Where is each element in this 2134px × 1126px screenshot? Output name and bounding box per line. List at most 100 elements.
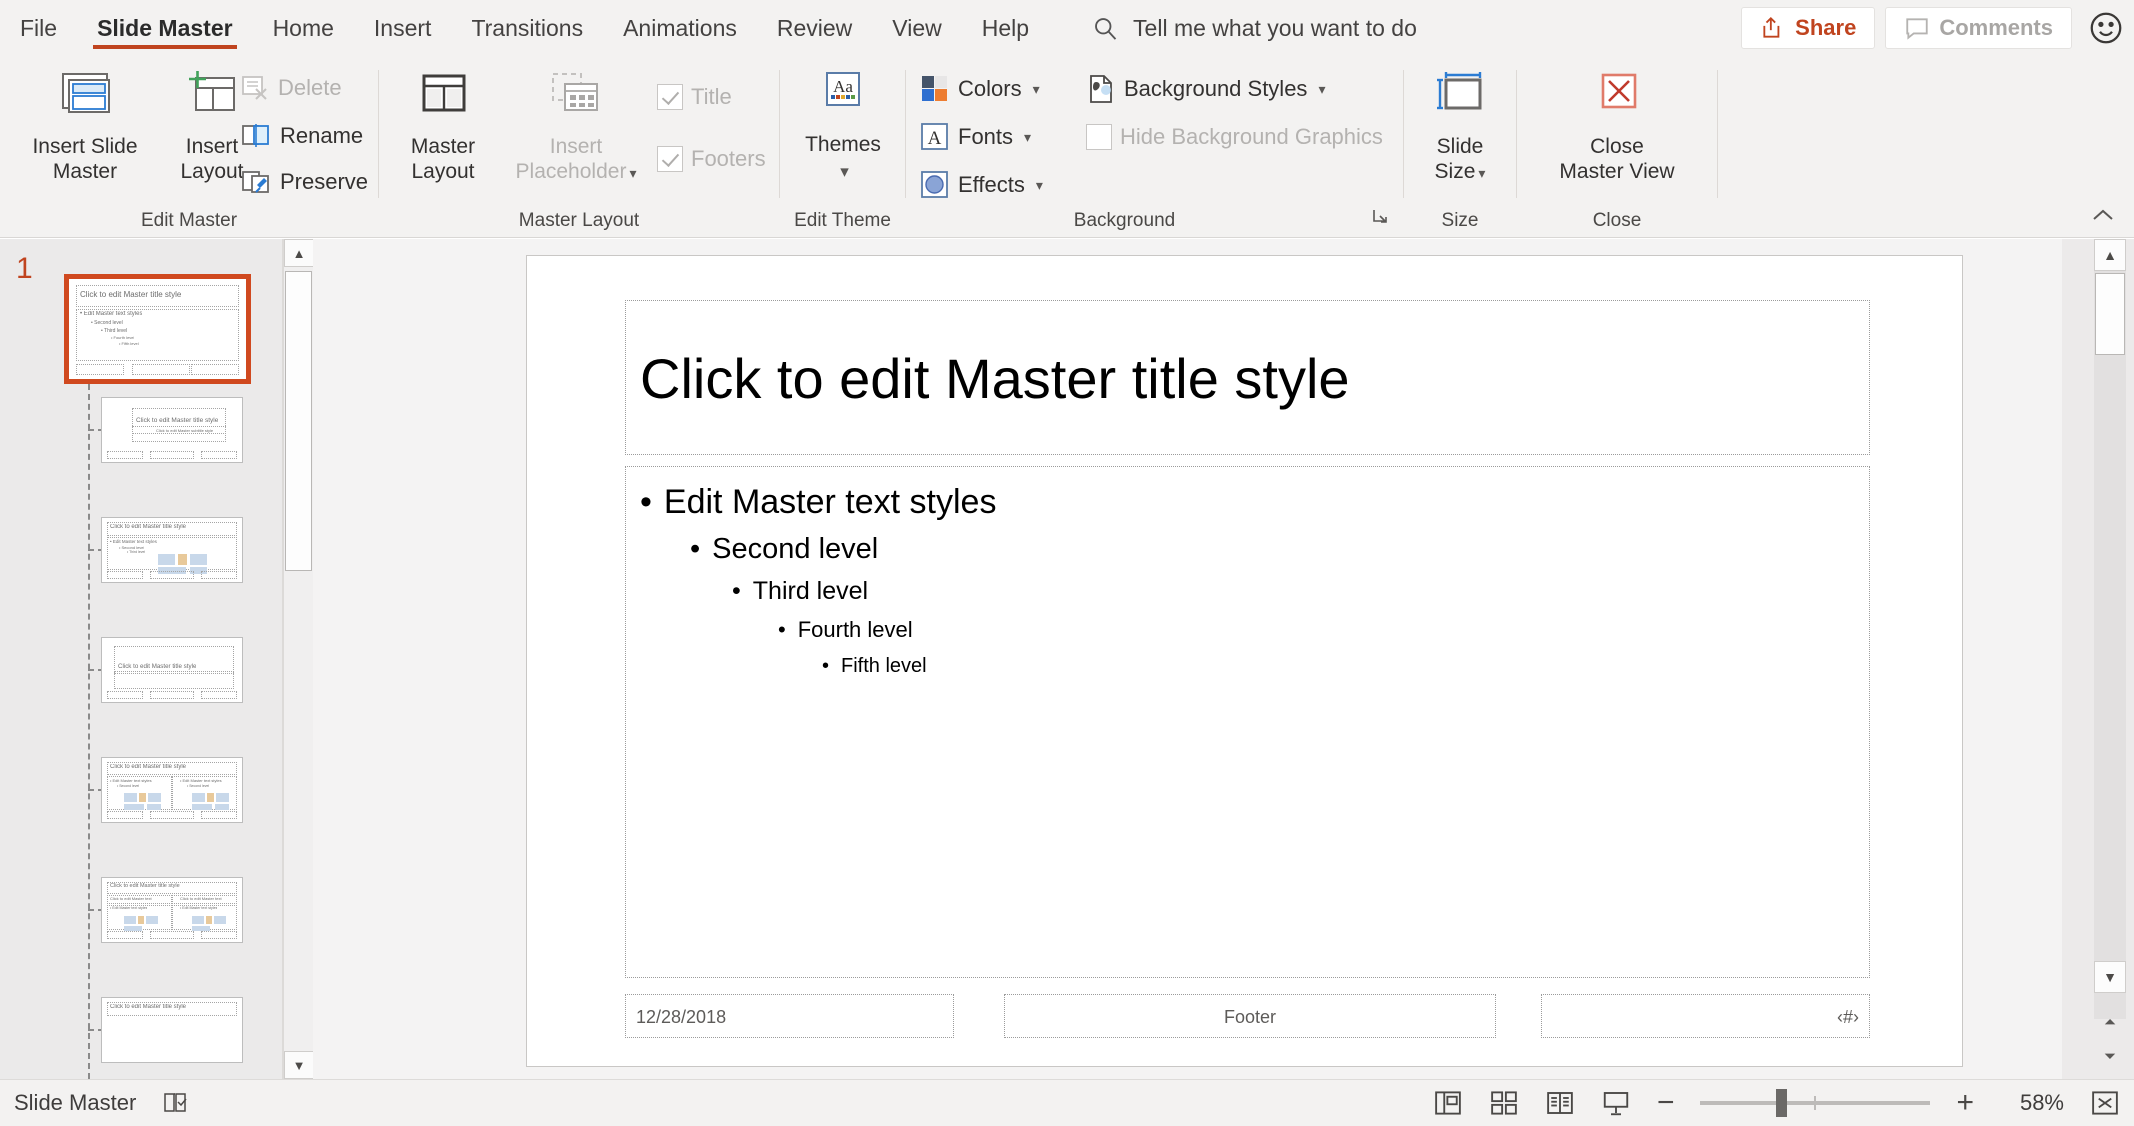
reading-view-icon[interactable] [1545,1088,1575,1118]
thumb-body-l2: • Second level [91,320,123,326]
tab-help[interactable]: Help [962,0,1049,56]
tab-transitions-label: Transitions [471,14,584,41]
canvas-scroll-up-button[interactable]: ▲ [2094,239,2126,271]
body-level-4: • Fourth level [778,617,913,643]
list-item[interactable]: Click to edit Master title style • Edit … [64,274,251,384]
zoom-slider-handle[interactable] [1776,1089,1788,1117]
bullet-icon: • [640,483,652,521]
zoom-percent-label[interactable]: 58% [2000,1090,2064,1116]
close-master-view-button[interactable]: Close Master View [1527,64,1707,185]
footer-placeholder-text: Footer [1223,1007,1277,1027]
insert-slide-master-button[interactable]: Insert Slide Master [10,64,160,185]
tab-home[interactable]: Home [253,0,354,56]
thumb-scroll-down-button[interactable]: ▼ [284,1051,314,1079]
thumb-scrollbar-thumb[interactable] [285,271,312,571]
canvas-vertical-scrollbar[interactable]: ▲ ▼ ⏶ ⏷ [2062,239,2134,1079]
tab-animations[interactable]: Animations [603,0,757,56]
comments-button[interactable]: Comments [1885,7,2072,49]
bullet-icon: • [822,655,830,677]
fonts-button[interactable]: A Fonts ▾ [920,122,1031,152]
hide-background-graphics-row[interactable]: Hide Background Graphics [1086,124,1383,150]
thumb-scroll-up-button[interactable]: ▲ [284,239,314,267]
slide-number-label: 1 [16,252,33,285]
close-master-view-label-2: Master View [1559,160,1675,184]
footers-checkbox-row[interactable]: Footers [657,146,766,172]
delete-master-label: Delete [278,75,342,100]
title-checkbox-row[interactable]: Title [657,84,732,110]
preserve-master-button[interactable]: Preserve [240,168,368,196]
accessibility-check-icon[interactable] [162,1090,192,1116]
footer-placeholder[interactable]: Footer [1004,994,1496,1038]
slide-sorter-view-icon[interactable] [1489,1088,1519,1118]
list-item[interactable]: Click to edit Master title style [101,637,243,703]
slide-size-button[interactable]: Slide Size ▾ [1410,64,1510,185]
canvas-scrollbar-thumb[interactable] [2095,273,2125,355]
hide-background-graphics-label: Hide Background Graphics [1120,124,1383,149]
thumb-title-text: Click to edit Master title style [118,663,197,670]
master-layout-label-2: Layout [411,160,475,184]
title-placeholder[interactable]: Click to edit Master title style [625,300,1870,455]
tell-me-search[interactable]: Tell me what you want to do [1091,14,1417,42]
preserve-master-label: Preserve [280,169,369,194]
insert-placeholder-button[interactable]: Insert Placeholder ▾ [491,64,661,185]
hide-background-graphics-checkbox[interactable] [1086,124,1112,150]
list-item[interactable]: Click to edit Master title style Click t… [101,877,243,943]
thumb-slidenum-ph [191,364,239,375]
previous-slide-button[interactable]: ⏶ [2094,1014,2126,1031]
thumb-content-icon [192,793,205,802]
master-layout-button[interactable]: Master Layout [393,64,493,185]
slide-number-placeholder[interactable]: ‹#› [1541,994,1870,1038]
insert-placeholder-icon [545,70,607,127]
tab-transitions[interactable]: Transitions [451,0,603,56]
body-placeholder[interactable]: • Edit Master text styles • Second level •… [625,466,1870,978]
effects-button[interactable]: Effects ▾ [920,170,1043,200]
fit-to-window-icon[interactable] [2090,1088,2120,1118]
list-item[interactable]: Click to edit Master title style • Edit … [101,757,243,823]
themes-icon: Aa [817,70,869,125]
canvas-scroll-down-button[interactable]: ▼ [2094,961,2126,993]
tab-slide-master[interactable]: Slide Master [77,0,253,56]
insert-placeholder-label-2: Placeholder [515,160,627,184]
themes-button[interactable]: Aa Themes ▾ [792,64,894,183]
title-checkbox[interactable] [657,84,683,110]
zoom-out-button[interactable]: − [1657,1086,1675,1120]
thumb-right-l1: • Edit Master text styles [180,906,218,910]
thumbnail-pane-scrollbar[interactable]: ▲ ▼ [283,239,314,1079]
thumb-slidenum-ph [201,571,237,579]
thumb-body-l1: • Edit Master text styles [110,539,157,544]
thumb-content-icon [148,793,161,802]
feedback-smiley-icon[interactable] [2088,10,2124,46]
slide-thumbnail-pane[interactable]: 1 Click to edit Master title style • Edi… [0,239,283,1079]
thumb-content-icon [124,793,137,802]
normal-view-icon[interactable] [1433,1088,1463,1118]
list-item[interactable]: Click to edit Master title style [101,997,243,1063]
slide-editing-surface[interactable]: Click to edit Master title style • Edit M… [526,255,1963,1067]
body-level-5-text: Fifth level [841,655,927,677]
slide-size-icon [1432,70,1488,127]
zoom-slider[interactable] [1700,1089,1931,1117]
scrollbar-track[interactable] [2094,239,2126,1019]
chevron-down-icon: ▾ [840,162,849,182]
background-dialog-launcher[interactable] [1371,207,1391,232]
collapse-ribbon-button[interactable] [2090,203,2116,229]
tab-review[interactable]: Review [757,0,872,56]
tab-file[interactable]: File [0,0,77,56]
tab-review-label: Review [776,14,853,41]
footers-checkbox[interactable] [657,146,683,172]
delete-master-button[interactable]: Delete [240,74,342,102]
background-styles-button[interactable]: Background Styles ▾ [1086,74,1325,104]
next-slide-button[interactable]: ⏷ [2094,1048,2126,1065]
tab-insert[interactable]: Insert [354,0,452,56]
list-item[interactable]: Click to edit Master title style Click t… [101,397,243,463]
thumb-date-ph [107,931,143,939]
close-master-view-icon [1591,70,1643,127]
colors-button[interactable]: Colors ▾ [920,74,1040,104]
date-placeholder[interactable]: 12/28/2018 [625,994,954,1038]
list-item[interactable]: Click to edit Master title style • Edit … [101,517,243,583]
slideshow-view-icon[interactable] [1601,1088,1631,1118]
tab-view[interactable]: View [872,0,961,56]
zoom-in-button[interactable]: + [1956,1086,1974,1120]
share-button[interactable]: Share [1741,7,1876,49]
rename-master-button[interactable]: Rename [240,122,363,150]
thumb-date-ph [107,691,143,699]
